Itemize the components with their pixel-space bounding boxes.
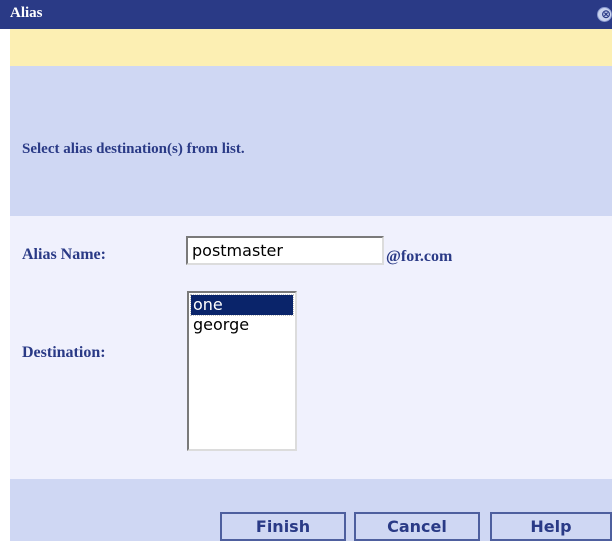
instruction-panel: Select alias destination(s) from list. xyxy=(10,66,612,216)
destination-label: Destination: xyxy=(22,344,106,361)
instruction-text: Select alias destination(s) from list. xyxy=(22,141,245,157)
alias-name-input[interactable] xyxy=(186,236,384,265)
destination-item-george[interactable]: george xyxy=(191,315,293,335)
domain-suffix: @for.com xyxy=(386,248,453,265)
title-bar: Alias ⊗ xyxy=(0,0,612,29)
close-icon: ⊗ xyxy=(601,7,612,21)
info-bar xyxy=(10,29,612,66)
window-title: Alias xyxy=(10,5,43,21)
alias-name-label: Alias Name: xyxy=(22,246,106,263)
dialog-content: Select alias destination(s) from list. A… xyxy=(10,29,612,541)
finish-button[interactable]: Finish xyxy=(220,512,346,541)
destination-item-one[interactable]: one xyxy=(190,294,294,316)
cancel-button[interactable]: Cancel xyxy=(354,512,480,541)
help-button[interactable]: Help xyxy=(490,512,612,541)
destination-listbox[interactable]: one george xyxy=(187,291,297,451)
close-button[interactable]: ⊗ xyxy=(597,7,612,22)
